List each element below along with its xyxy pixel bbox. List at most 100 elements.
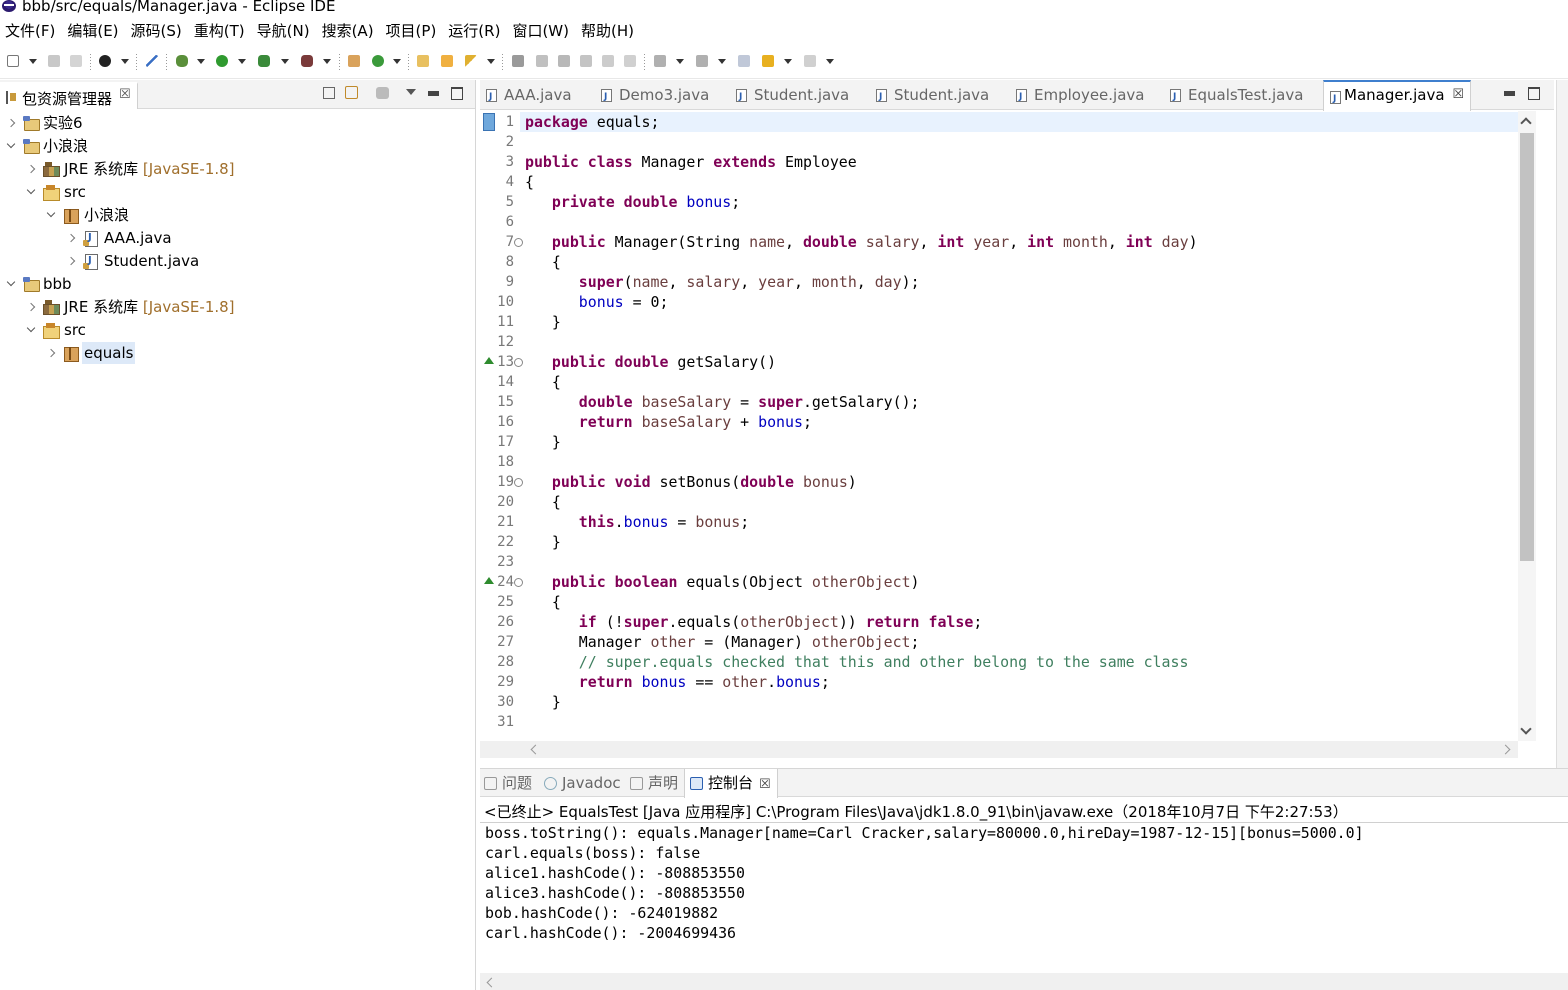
code-line[interactable]: // super.equals checked that this and ot…: [525, 652, 1189, 672]
code-line[interactable]: }: [525, 432, 561, 452]
save-icon[interactable]: [46, 53, 62, 69]
menu-project[interactable]: 项目(P): [381, 19, 444, 44]
chevron-down-icon[interactable]: [5, 135, 17, 157]
last-edit-location-icon[interactable]: [736, 53, 752, 69]
code-line[interactable]: public boolean equals(Object otherObject…: [525, 572, 920, 592]
tab-student-java[interactable]: Student.java: [736, 80, 870, 112]
debug-dropdown[interactable]: [197, 59, 205, 64]
run-icon[interactable]: [214, 53, 230, 69]
editor-vertical-scrollbar[interactable]: [1518, 111, 1536, 741]
save-all-icon[interactable]: [68, 53, 84, 69]
tab-equalstest-java[interactable]: EqualsTest.java: [1170, 80, 1322, 112]
open-task-icon[interactable]: [439, 53, 455, 69]
new-dropdown[interactable]: [29, 59, 37, 64]
code-line[interactable]: }: [525, 692, 561, 712]
code-line[interactable]: {: [525, 592, 561, 612]
collapse-all-icon[interactable]: [323, 87, 335, 99]
chevron-down-icon[interactable]: [25, 319, 37, 341]
code-line[interactable]: private double bonus;: [525, 192, 740, 212]
scroll-thumb[interactable]: [1520, 133, 1534, 561]
forward-icon[interactable]: [802, 53, 818, 69]
open-type-icon[interactable]: [415, 53, 431, 69]
tab-employee-java[interactable]: Employee.java: [1016, 80, 1166, 112]
skip-breakpoints-icon[interactable]: [144, 53, 160, 69]
menu-search[interactable]: 搜索(A): [317, 19, 381, 44]
chevron-right-icon[interactable]: [25, 158, 37, 180]
coverage-dropdown[interactable]: [281, 59, 289, 64]
code-line[interactable]: {: [525, 492, 561, 512]
code-line[interactable]: if (!super.equals(otherObject)) return f…: [525, 612, 983, 632]
code-line[interactable]: super(name, salary, year, month, day);: [525, 272, 920, 292]
next-annotation-icon[interactable]: [652, 53, 668, 69]
chevron-down-icon[interactable]: [5, 273, 17, 295]
minimize-icon[interactable]: [1502, 86, 1516, 100]
link-with-editor-icon[interactable]: [345, 86, 358, 99]
chevron-right-icon[interactable]: [65, 250, 77, 272]
maximize-icon[interactable]: [450, 86, 464, 100]
close-icon[interactable]: ☒: [759, 777, 771, 792]
code-line[interactable]: Manager other = (Manager) otherObject;: [525, 632, 920, 652]
previous-annotation-dropdown[interactable]: [718, 59, 726, 64]
forward-dropdown[interactable]: [826, 59, 834, 64]
debug-icon[interactable]: [174, 53, 190, 69]
menu-refactor[interactable]: 重构(T): [189, 19, 252, 44]
code-line[interactable]: return bonus == other.bonus;: [525, 672, 830, 692]
show-whitespace-icon[interactable]: [600, 53, 616, 69]
scroll-down-icon[interactable]: [1520, 723, 1532, 735]
tab-problems[interactable]: 问题: [484, 769, 532, 797]
tab-javadoc[interactable]: Javadoc: [544, 769, 621, 797]
tab-aaa-java[interactable]: AAA.java: [486, 80, 596, 112]
code-line[interactable]: public class Manager extends Employee: [525, 152, 857, 172]
menu-help[interactable]: 帮助(H): [576, 19, 641, 44]
chevron-down-icon[interactable]: [25, 181, 37, 203]
paragraph-icon[interactable]: [622, 53, 638, 69]
tab-package-explorer[interactable]: 包资源管理器 ☒: [0, 82, 138, 109]
code-line[interactable]: }: [525, 532, 561, 552]
code-line[interactable]: bonus = 0;: [525, 292, 669, 312]
menu-window[interactable]: 窗口(W): [507, 19, 576, 44]
coverage-icon[interactable]: [256, 53, 272, 69]
toggle-block-selection-icon[interactable]: [556, 53, 572, 69]
tab-manager-java[interactable]: Manager.java ☒: [1323, 80, 1471, 114]
chevron-down-icon[interactable]: [45, 204, 57, 226]
tab-demo3-java[interactable]: Demo3.java: [601, 80, 731, 112]
external-tools-icon[interactable]: [299, 53, 315, 69]
external-tools-dropdown[interactable]: [323, 59, 331, 64]
back-icon[interactable]: [760, 53, 776, 69]
chevron-right-icon[interactable]: [25, 296, 37, 318]
previous-annotation-icon[interactable]: [694, 53, 710, 69]
minimize-icon[interactable]: [426, 86, 440, 100]
scroll-left-icon[interactable]: [486, 977, 497, 988]
tab-student-java-2[interactable]: Student.java: [876, 80, 1010, 112]
code-line[interactable]: {: [525, 372, 561, 392]
chevron-right-icon[interactable]: [65, 227, 77, 249]
menu-edit[interactable]: 编辑(E): [62, 19, 125, 44]
code-line[interactable]: public double getSalary(): [525, 352, 776, 372]
search-icon[interactable]: [463, 53, 479, 69]
profile-icon[interactable]: [97, 53, 113, 69]
view-menu-icon[interactable]: [406, 89, 416, 95]
code-line[interactable]: double baseSalary = super.getSalary();: [525, 392, 920, 412]
next-annotation-dropdown[interactable]: [676, 59, 684, 64]
close-icon[interactable]: ☒: [1452, 80, 1464, 110]
code-line[interactable]: public Manager(String name, double salar…: [525, 232, 1198, 252]
maximize-icon[interactable]: [1527, 86, 1541, 100]
filters-icon[interactable]: [376, 87, 389, 99]
word-wrap-icon[interactable]: [578, 53, 594, 69]
code-line[interactable]: {: [525, 252, 561, 272]
search-dropdown[interactable]: [487, 59, 495, 64]
menu-file[interactable]: 文件(F): [0, 19, 62, 44]
tab-declaration[interactable]: 声明: [630, 769, 678, 797]
code-line[interactable]: return baseSalary + bonus;: [525, 412, 812, 432]
toggle-mark-occurrences-icon[interactable]: [534, 53, 550, 69]
code-line[interactable]: public void setBonus(double bonus): [525, 472, 857, 492]
menu-run[interactable]: 运行(R): [443, 19, 507, 44]
scroll-right-icon[interactable]: [1500, 744, 1511, 755]
profile-dropdown[interactable]: [121, 59, 129, 64]
scroll-left-icon[interactable]: [530, 744, 541, 755]
code-line[interactable]: package equals;: [525, 112, 660, 132]
scroll-up-icon[interactable]: [1520, 117, 1532, 129]
tab-console[interactable]: 控制台 ☒: [684, 769, 778, 798]
menu-navigate[interactable]: 导航(N): [252, 19, 317, 44]
new-java-class-icon[interactable]: [370, 53, 386, 69]
